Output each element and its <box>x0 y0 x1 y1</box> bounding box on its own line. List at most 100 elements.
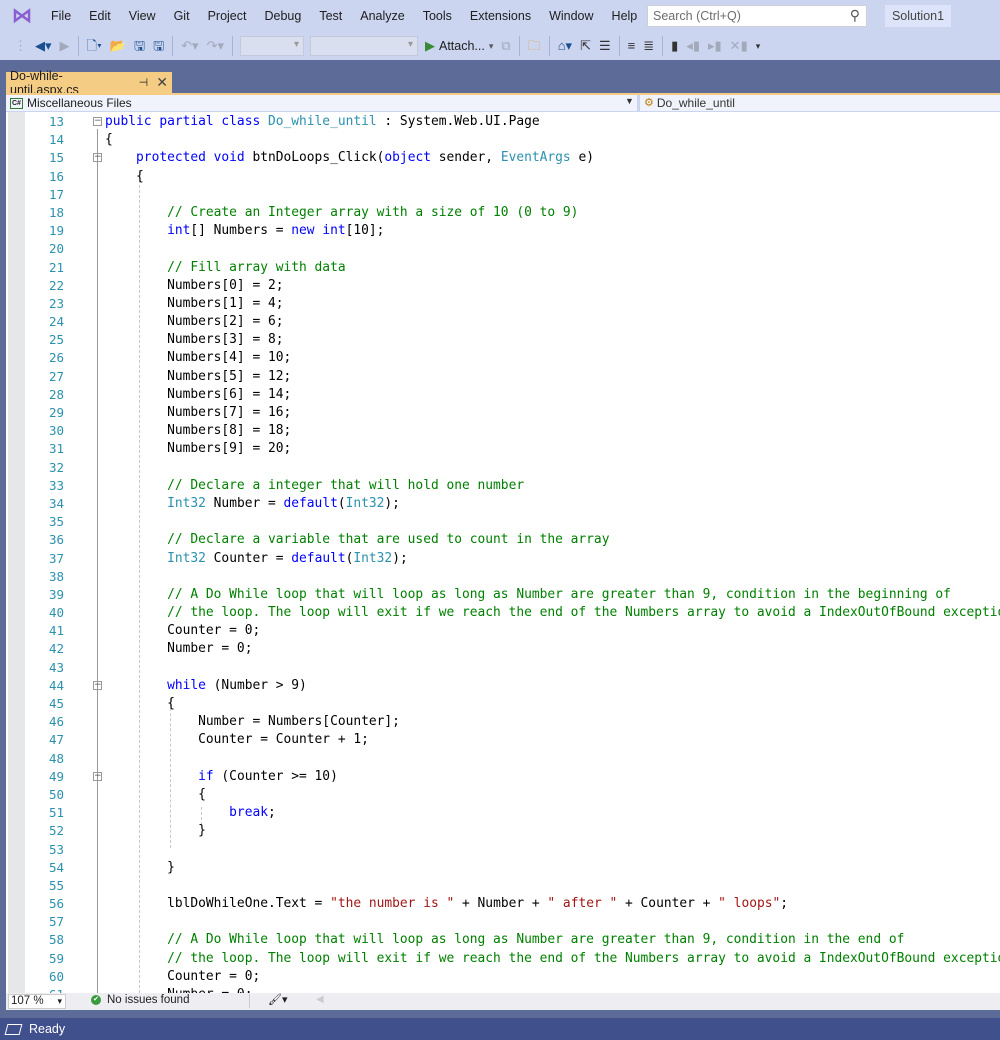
code-line[interactable]: 45 { <box>6 695 1000 713</box>
redo-icon[interactable]: ↷▾ <box>207 32 224 60</box>
code-line[interactable]: 33 // Declare a integer that will hold o… <box>6 477 1000 495</box>
attach-dropdown-icon[interactable]: ▾ <box>489 32 494 60</box>
menu-item[interactable]: Git <box>165 0 199 32</box>
code-line[interactable]: 24 Numbers[2] = 6; <box>6 313 1000 331</box>
code-line[interactable]: 32 <box>6 459 1000 477</box>
pin-icon[interactable]: ⊣ <box>139 76 149 89</box>
outline-icon[interactable]: ☰ <box>599 32 611 60</box>
menu-item[interactable]: Tools <box>414 0 461 32</box>
configuration-dropdown[interactable] <box>239 36 304 56</box>
chevron-down-icon[interactable]: ▼ <box>625 96 634 106</box>
collapse-icon[interactable]: − <box>93 153 102 163</box>
code-line[interactable]: 40 // the loop. The loop will exit if we… <box>6 604 1000 622</box>
save-icon[interactable]: 🖫 <box>134 32 145 60</box>
code-line[interactable]: 53 <box>6 841 1000 859</box>
code-line[interactable]: 43 <box>6 659 1000 677</box>
uncomment-icon[interactable]: ≣ <box>643 32 654 60</box>
code-line[interactable]: 31 Numbers[9] = 20; <box>6 440 1000 458</box>
tab-do-while-until[interactable]: Do-while-until.aspx.cs ⊣ ✕ <box>6 69 172 97</box>
code-line[interactable]: 61 Number = 0; <box>6 986 1000 993</box>
code-line[interactable]: 46 Number = Numbers[Counter]; <box>6 713 1000 731</box>
forward-icon[interactable]: ▶ <box>60 32 70 60</box>
code-line[interactable]: 47 Counter = Counter + 1; <box>6 731 1000 749</box>
select-icon[interactable]: ⇱ <box>580 32 591 60</box>
open-folder-icon[interactable]: 📂 <box>110 32 126 60</box>
code-line[interactable]: 42 Number = 0; <box>6 640 1000 658</box>
menu-item[interactable]: Window <box>540 0 602 32</box>
menu-item[interactable]: Analyze <box>351 0 413 32</box>
menu-item[interactable]: File <box>42 0 80 32</box>
code-editor[interactable]: 13− public partial class Do_while_until :… <box>6 112 1000 993</box>
code-line[interactable]: 14 { <box>6 131 1000 149</box>
code-line[interactable]: 35 <box>6 513 1000 531</box>
previous-bookmark-icon[interactable]: ◂▮ <box>686 32 700 60</box>
code-cleanup-icon[interactable]: 🖌▾ <box>268 993 288 1006</box>
code-line[interactable]: 17 <box>6 186 1000 204</box>
collapse-icon[interactable]: − <box>93 680 102 690</box>
scroll-left-icon[interactable]: ◀ <box>316 994 324 1005</box>
back-icon[interactable]: ◀▾ <box>35 32 52 60</box>
collapse-icon[interactable]: − <box>93 771 102 781</box>
code-line[interactable]: 28 Numbers[6] = 14; <box>6 386 1000 404</box>
code-line[interactable]: 60 Counter = 0; <box>6 968 1000 986</box>
code-line[interactable]: 50 { <box>6 786 1000 804</box>
code-line[interactable]: 13 − public partial class Do_while_until :… <box>6 113 1000 131</box>
attach-button[interactable]: Attach... <box>439 39 485 53</box>
code-line[interactable]: 58 // A Do While loop that will loop as … <box>6 931 1000 949</box>
code-line[interactable]: 36 // Declare a variable that are used t… <box>6 531 1000 549</box>
code-line[interactable]: 29 Numbers[7] = 16; <box>6 404 1000 422</box>
code-line[interactable]: 23 Numbers[1] = 4; <box>6 295 1000 313</box>
type-dropdown[interactable]: ⚙ Do_while_until <box>644 96 735 110</box>
code-line[interactable]: 52 } <box>6 822 1000 840</box>
code-line[interactable]: 51 break; <box>6 804 1000 822</box>
code-line[interactable]: 19 int[] Numbers = new int[10]; <box>6 222 1000 240</box>
menu-item[interactable]: Project <box>199 0 256 32</box>
code-line[interactable]: 15 − protected void btnDoLoops_Click(obje… <box>6 149 1000 167</box>
code-line[interactable]: 16 { <box>6 168 1000 186</box>
new-project-icon[interactable]: 🗋▾ <box>87 32 102 60</box>
project-dropdown[interactable]: C# Miscellaneous Files <box>10 96 132 110</box>
code-line[interactable]: 34 Int32 Number = default(Int32); <box>6 495 1000 513</box>
browser-icon[interactable]: ⧉ <box>501 32 510 60</box>
platform-dropdown[interactable] <box>309 36 418 56</box>
code-line[interactable]: 54 } <box>6 859 1000 877</box>
code-line[interactable]: 22 Numbers[0] = 2; <box>6 277 1000 295</box>
code-line[interactable]: 26 Numbers[4] = 10; <box>6 349 1000 367</box>
issues-indicator[interactable]: ✔ No issues found <box>91 994 189 1006</box>
menu-item[interactable]: Edit <box>80 0 120 32</box>
zoom-dropdown[interactable]: 107 % <box>8 994 66 1009</box>
code-line[interactable]: 27 Numbers[5] = 12; <box>6 368 1000 386</box>
code-line[interactable]: 57 <box>6 913 1000 931</box>
code-line[interactable]: 48 <box>6 750 1000 768</box>
code-line[interactable]: 30 Numbers[8] = 18; <box>6 422 1000 440</box>
find-in-files-icon[interactable]: 🗀 <box>528 32 541 60</box>
code-line[interactable]: 37 Int32 Counter = default(Int32); <box>6 550 1000 568</box>
solution-name[interactable]: Solution1 <box>885 5 951 27</box>
menu-item[interactable]: Test <box>310 0 351 32</box>
code-line[interactable]: 39 // A Do While loop that will loop as … <box>6 586 1000 604</box>
play-icon[interactable]: ▶ <box>425 32 435 60</box>
clear-bookmarks-icon[interactable]: ✕▮ <box>730 32 748 60</box>
toolbar-overflow-icon[interactable]: ▾ <box>756 32 761 60</box>
search-icon[interactable]: ⚲ <box>850 7 860 24</box>
save-all-icon[interactable]: 🖫 <box>153 32 164 60</box>
close-icon[interactable]: ✕ <box>156 74 168 91</box>
code-line[interactable]: 38 <box>6 568 1000 586</box>
code-line[interactable]: 59 // the loop. The loop will exit if we… <box>6 950 1000 968</box>
undo-icon[interactable]: ↶▾ <box>181 32 198 60</box>
code-line[interactable]: 49 − if (Counter >= 10) <box>6 768 1000 786</box>
search-input[interactable]: Search (Ctrl+Q) ⚲ <box>647 5 867 27</box>
collapse-icon[interactable]: − <box>93 117 102 126</box>
bookmark-icon[interactable]: ▮ <box>671 32 678 60</box>
next-bookmark-icon[interactable]: ▸▮ <box>708 32 722 60</box>
code-line[interactable]: 55 <box>6 877 1000 895</box>
menu-item[interactable]: Extensions <box>461 0 540 32</box>
code-line[interactable]: 18 // Create an Integer array with a siz… <box>6 204 1000 222</box>
code-line[interactable]: 20 <box>6 240 1000 258</box>
code-line[interactable]: 41 Counter = 0; <box>6 622 1000 640</box>
comment-icon[interactable]: ≡ <box>628 32 636 60</box>
menu-item[interactable]: Debug <box>255 0 310 32</box>
menu-item[interactable]: Help <box>603 0 647 32</box>
code-line[interactable]: 44 − while (Number > 9) <box>6 677 1000 695</box>
code-line[interactable]: 21 // Fill array with data <box>6 259 1000 277</box>
